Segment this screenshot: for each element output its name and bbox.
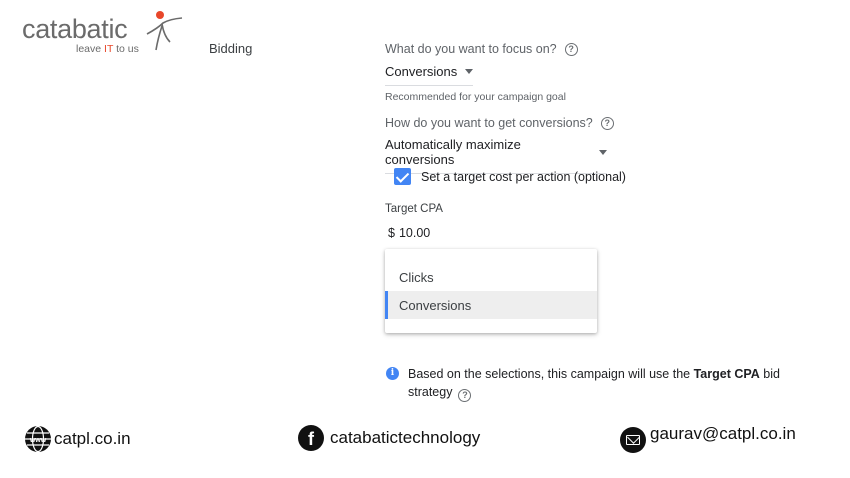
focus-question-text: What do you want to focus on?: [385, 42, 557, 56]
info-icon: i: [386, 367, 399, 380]
footer-website-text: catpl.co.in: [54, 429, 131, 448]
globe-icon: www: [25, 425, 51, 453]
footer-email-text: gaurav@catpl.co.in: [650, 424, 796, 443]
svg-text:www: www: [29, 437, 47, 444]
caret-down-icon: [599, 149, 607, 155]
logo-tagline: leave IT to us: [76, 43, 139, 55]
footer-email[interactable]: gaurav@catpl.co.in: [620, 424, 796, 453]
target-cpa-value: 10.00: [398, 226, 431, 240]
menu-item-clicks[interactable]: Clicks: [385, 263, 597, 291]
footer-facebook-text: catabatictechnology: [330, 428, 481, 447]
help-icon[interactable]: ?: [564, 42, 578, 56]
facebook-icon: f: [298, 425, 324, 451]
mail-icon: [620, 427, 646, 453]
target-cpa-label: Target CPA: [385, 203, 443, 215]
section-label-bidding: Bidding: [209, 41, 253, 56]
bid-strategy-info: i Based on the selections, this campaign…: [386, 365, 786, 402]
focus-select-value: Conversions: [385, 64, 458, 79]
target-cpa-input[interactable]: $ 10.00: [388, 226, 430, 240]
tagline-pre: leave: [76, 43, 105, 55]
tagline-it: IT: [104, 43, 114, 55]
menu-item-conversions[interactable]: Conversions: [385, 291, 597, 319]
conversions-question-text: How do you want to get conversions?: [385, 116, 593, 130]
focus-question: What do you want to focus on? ?: [385, 42, 578, 56]
focus-select[interactable]: Conversions: [385, 64, 474, 86]
info-text-bold: Target CPA: [693, 367, 760, 381]
currency-symbol: $: [388, 226, 395, 240]
footer-facebook[interactable]: f catabatictechnology: [298, 425, 480, 451]
help-icon[interactable]: ?: [600, 116, 614, 130]
catabatic-logo: catabatic leave IT to us: [22, 10, 183, 60]
footer-website[interactable]: www catpl.co.in: [24, 425, 131, 453]
target-cost-checkbox-row[interactable]: Set a target cost per action (optional): [394, 168, 626, 185]
help-icon[interactable]: ?: [458, 389, 472, 402]
info-text-pre: Based on the selections, this campaign w…: [408, 367, 694, 381]
focus-hint: Recommended for your campaign goal: [385, 91, 566, 103]
bid-strategy-info-text: Based on the selections, this campaign w…: [408, 365, 786, 402]
logo-figure-icon: [146, 11, 183, 51]
conversions-question: How do you want to get conversions? ?: [385, 116, 614, 130]
logo-wordmark: catabatic: [22, 14, 128, 44]
checkbox-icon[interactable]: [394, 168, 411, 185]
caret-down-icon: [465, 69, 474, 74]
target-cost-checkbox-label: Set a target cost per action (optional): [421, 169, 626, 184]
focus-dropdown-menu: Clicks Conversions: [385, 249, 597, 333]
conversions-select-value: Automatically maximize conversions: [385, 137, 521, 167]
